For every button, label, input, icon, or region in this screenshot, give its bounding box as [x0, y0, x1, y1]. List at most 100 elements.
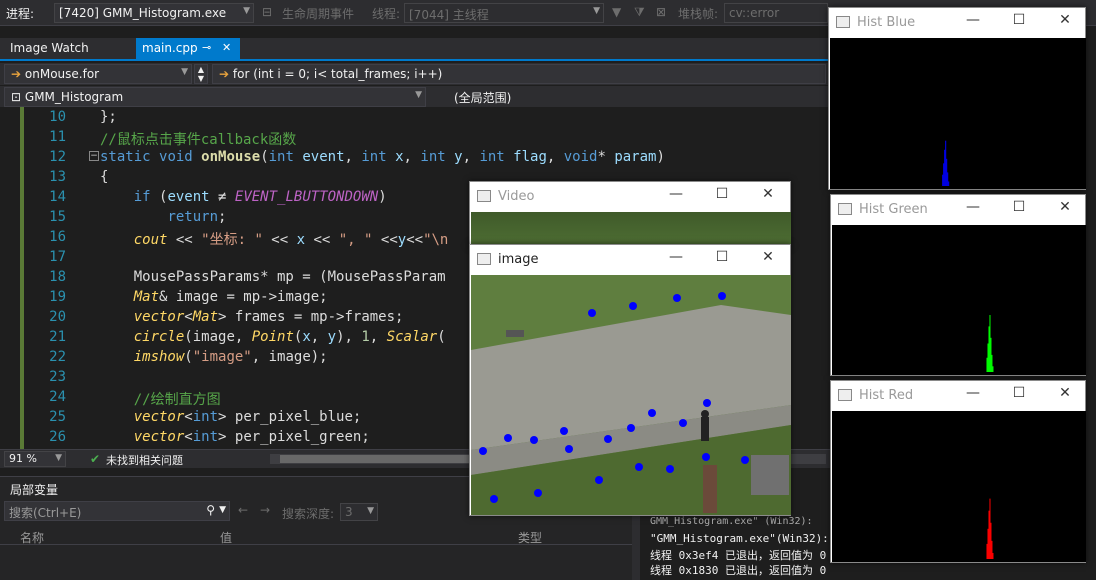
chevron-down-icon: ▼: [593, 6, 600, 16]
code-line[interactable]: };: [100, 109, 117, 125]
project-dropdown[interactable]: ⊡ GMM_Histogram ▼: [4, 87, 426, 107]
code-line[interactable]: //鼠标点击事件callback函数: [100, 129, 296, 149]
column-name[interactable]: 名称: [20, 529, 44, 546]
search-placeholder: 搜索(Ctrl+E): [9, 506, 82, 520]
line-number: 12: [49, 149, 66, 165]
clicked-point: [666, 465, 674, 473]
clicked-point: [718, 292, 726, 300]
code-line[interactable]: return;: [100, 209, 226, 225]
collapse-icon[interactable]: −: [89, 151, 99, 161]
project-bar: ⊡ GMM_Histogram ▼ (全局范围): [0, 86, 830, 108]
chevron-down-icon[interactable]: ▼: [219, 505, 226, 515]
histogram-bar: [990, 337, 992, 372]
filter-icon[interactable]: ▼: [612, 5, 621, 19]
filter-toggle-icon[interactable]: ⧩: [634, 5, 645, 20]
maximize-icon[interactable]: ☐: [1009, 12, 1029, 28]
code-line[interactable]: circle(image, Point(x, y), 1, Scalar(: [100, 329, 446, 345]
thread-dropdown[interactable]: [7044] 主线程 ▼: [404, 3, 604, 23]
line-number: 11: [49, 129, 66, 145]
post: [703, 465, 717, 513]
column-value[interactable]: 值: [220, 529, 232, 546]
statement-dropdown[interactable]: ➔ for (int i = 0; i< total_frames; i++): [212, 64, 826, 84]
maximize-icon[interactable]: ☐: [712, 249, 732, 265]
histogram-bar: [942, 174, 944, 186]
close-icon[interactable]: ✕: [758, 249, 778, 265]
hist-green-titlebar[interactable]: Hist Green — ☐ ✕: [831, 195, 1085, 225]
hist-blue-titlebar[interactable]: Hist Blue — ☐ ✕: [829, 8, 1085, 38]
maximize-icon[interactable]: ☐: [1009, 385, 1029, 401]
clicked-point: [565, 445, 573, 453]
histogram-bar: [947, 172, 949, 186]
code-line[interactable]: //绘制直方图: [100, 389, 221, 409]
close-icon[interactable]: ✕: [1055, 12, 1075, 28]
stack-frame-dropdown[interactable]: cv::error: [724, 3, 828, 23]
video-window[interactable]: Video — ☐ ✕: [469, 181, 791, 247]
clicked-point: [648, 409, 656, 417]
pedestrian-head: [701, 410, 709, 418]
tab-main-cpp[interactable]: main.cpp ⊸ ✕: [136, 38, 240, 61]
depth-dropdown[interactable]: 3 ▼: [340, 503, 378, 521]
chevron-down-icon: ▼: [55, 453, 62, 463]
code-line[interactable]: static void onMouse(int event, int x, in…: [100, 149, 665, 165]
locals-column-headers: 名称 值 类型: [0, 527, 632, 545]
tab-image-watch[interactable]: Image Watch: [0, 38, 99, 59]
close-icon[interactable]: ✕: [1055, 199, 1075, 215]
code-line[interactable]: vector<int> per_pixel_blue;: [100, 409, 362, 425]
code-line[interactable]: vector<int> per_pixel_green;: [100, 429, 370, 445]
code-line[interactable]: MousePassParams* mp = (MousePassParam: [100, 269, 446, 285]
image-window[interactable]: image — ☐ ✕: [469, 244, 791, 516]
issues-status[interactable]: 未找到相关问题: [106, 452, 183, 468]
line-number: 24: [49, 389, 66, 405]
scene-image[interactable]: [471, 275, 791, 515]
column-type[interactable]: 类型: [518, 529, 542, 546]
minimize-icon[interactable]: —: [666, 249, 686, 265]
output-line: 线程 0x3ef4 已退出，返回值为 0: [650, 549, 827, 562]
output-panel: GMM_Histogram.exe" (Win32): "GMM_Histogr…: [640, 514, 830, 580]
zoom-value: 91 %: [9, 452, 37, 465]
minimize-icon[interactable]: —: [963, 199, 983, 215]
check-icon: ✔: [90, 452, 101, 466]
line-number: 16: [49, 229, 66, 245]
code-line[interactable]: {: [100, 169, 108, 185]
video-frame: [471, 212, 791, 246]
chevron-down-icon: ▼: [367, 506, 374, 516]
window-title: Hist Blue: [857, 15, 916, 30]
histogram-bar: [989, 315, 991, 372]
video-titlebar[interactable]: Video — ☐ ✕: [470, 182, 790, 212]
code-line[interactable]: cout << "坐标: " << x << ", " <<y<<"\n: [100, 229, 449, 249]
forward-arrow-icon[interactable]: →: [260, 503, 270, 517]
hist-green-window[interactable]: Hist Green — ☐ ✕: [830, 194, 1086, 376]
close-icon[interactable]: ✕: [222, 41, 231, 54]
close-icon[interactable]: ✕: [758, 186, 778, 202]
clicked-point: [479, 447, 487, 455]
minimize-icon[interactable]: —: [666, 186, 686, 202]
histogram-bar: [990, 522, 992, 559]
minimize-icon[interactable]: —: [963, 12, 983, 28]
line-number: 13: [49, 169, 66, 185]
image-titlebar[interactable]: image — ☐ ✕: [470, 245, 790, 275]
scope-dropdown[interactable]: ➔ onMouse.for ▼: [4, 64, 192, 84]
code-line[interactable]: if (event ≠ EVENT_LBUTTONDOWN): [100, 189, 387, 205]
locals-search-input[interactable]: 搜索(Ctrl+E) ⚲ ▼: [4, 501, 230, 521]
scope-value: onMouse.for: [24, 67, 100, 81]
hist-blue-window[interactable]: Hist Blue — ☐ ✕: [828, 7, 1086, 190]
code-line[interactable]: Mat& image = mp->image;: [100, 289, 328, 305]
scroll-spinner[interactable]: ▲ ▼: [194, 64, 208, 84]
hist-green-plot: [832, 225, 1086, 375]
hist-red-window[interactable]: Hist Red — ☐ ✕: [830, 380, 1086, 563]
minimize-icon[interactable]: —: [963, 385, 983, 401]
clicked-point: [595, 476, 603, 484]
zoom-dropdown[interactable]: 91 % ▼: [4, 451, 66, 467]
code-line[interactable]: imshow("image", image);: [100, 349, 328, 365]
maximize-icon[interactable]: ☐: [1009, 199, 1029, 215]
pin-icon[interactable]: ⊸: [202, 41, 211, 54]
code-line[interactable]: vector<Mat> frames = mp->frames;: [100, 309, 404, 325]
global-scope-dropdown[interactable]: (全局范围): [430, 87, 826, 107]
process-dropdown[interactable]: [7420] GMM_Histogram.exe ▼: [54, 3, 254, 23]
lifecycle-events[interactable]: 生命周期事件: [282, 5, 354, 22]
maximize-icon[interactable]: ☐: [712, 186, 732, 202]
close-icon[interactable]: ✕: [1055, 385, 1075, 401]
hist-red-titlebar[interactable]: Hist Red — ☐ ✕: [831, 381, 1085, 411]
back-arrow-icon[interactable]: ←: [238, 503, 248, 517]
search-icon[interactable]: ⚲: [206, 503, 215, 517]
